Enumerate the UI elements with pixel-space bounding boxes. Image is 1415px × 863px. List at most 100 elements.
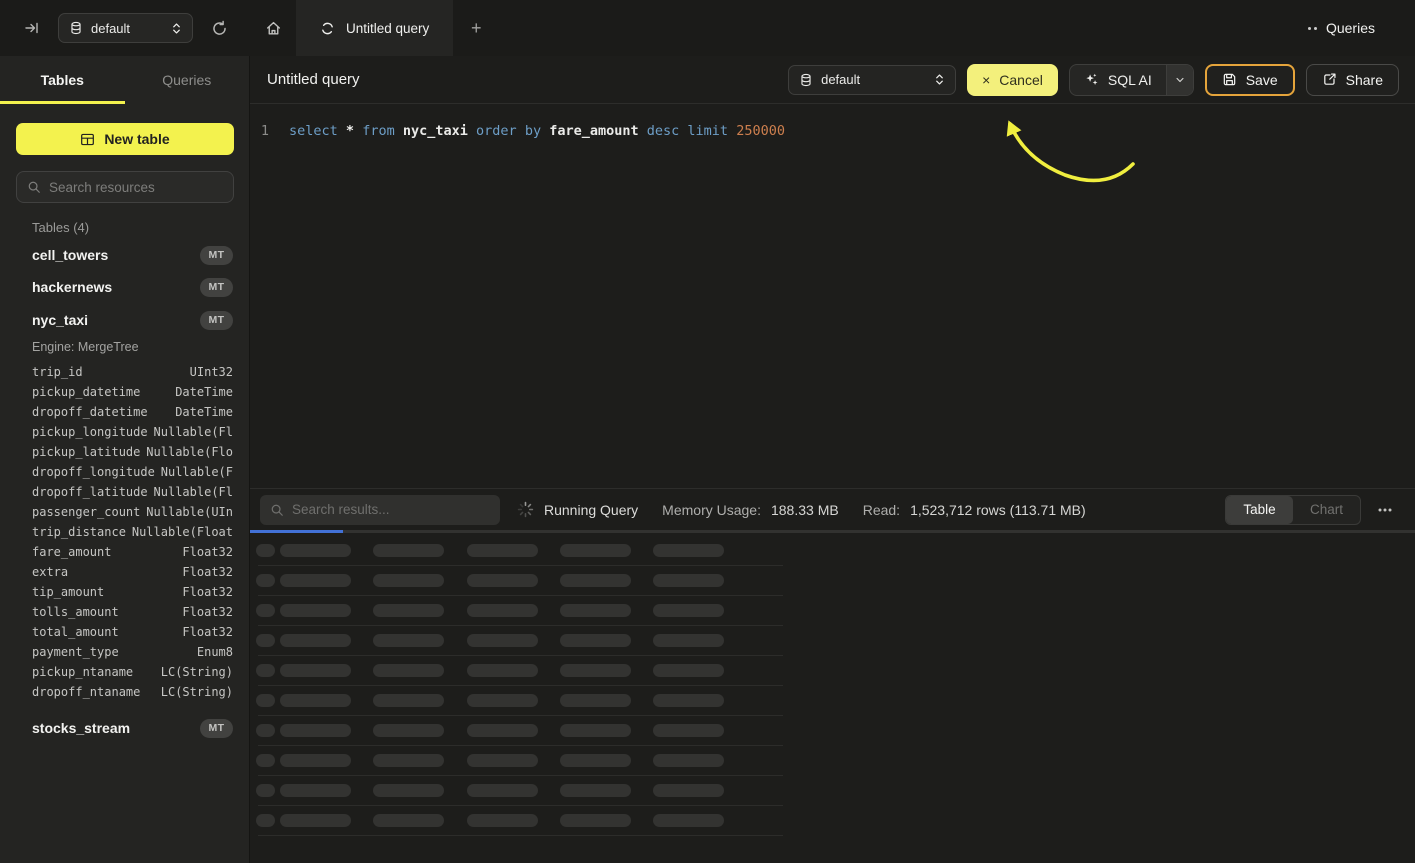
column-name: dropoff_longitude (32, 465, 155, 479)
skeleton-row (250, 776, 1415, 806)
skeleton-cell (653, 724, 724, 737)
table-name: stocks_stream (32, 720, 130, 736)
column-type: Nullable(Flo (146, 445, 233, 459)
column-type: UInt32 (190, 365, 233, 379)
column-type: Nullable(Fl (154, 485, 233, 499)
topbar-spacer (499, 0, 1308, 56)
skeleton-cell (560, 544, 631, 557)
sidebar-tab-tables[interactable]: Tables (0, 56, 125, 104)
skeleton-cell (373, 754, 444, 767)
skeleton-cell (373, 724, 444, 737)
skeleton-cell (467, 544, 538, 557)
column-name: passenger_count (32, 505, 140, 519)
skeleton-cell (653, 634, 724, 647)
new-table-button[interactable]: New table (16, 123, 234, 155)
skeleton-cell (280, 694, 351, 707)
skeleton-cell (653, 754, 724, 767)
search-icon (27, 180, 41, 194)
query-database-value: default (821, 72, 926, 87)
table-item-cell-towers[interactable]: cell_towers MT (16, 239, 234, 271)
refresh-button[interactable] (207, 16, 232, 41)
skeleton-row (250, 536, 1415, 566)
home-icon (265, 20, 282, 37)
sidebar-tab-queries[interactable]: Queries (125, 56, 250, 104)
sidebar-tabs: Tables Queries (0, 56, 249, 104)
column-row: trip_idUInt32 (0, 362, 250, 382)
skeleton-cell (373, 694, 444, 707)
table-name: hackernews (32, 279, 112, 295)
search-icon (270, 503, 284, 517)
query-database-selector[interactable]: default (788, 65, 956, 95)
column-name: dropoff_datetime (32, 405, 148, 419)
skeleton-cell (560, 694, 631, 707)
skeleton-row (250, 686, 1415, 716)
cancel-button[interactable]: × Cancel (967, 64, 1058, 96)
skeleton-cell (560, 754, 631, 767)
memory-usage-value: 188.33 MB (771, 502, 839, 518)
read-label: Read: (863, 502, 900, 518)
save-label: Save (1246, 72, 1278, 88)
skeleton-row (250, 656, 1415, 686)
column-row: dropoff_longitudeNullable(F (0, 462, 250, 482)
tab-untitled-query[interactable]: Untitled query (296, 0, 453, 56)
view-toggle-chart[interactable]: Chart (1293, 496, 1360, 524)
table-item-stocks-stream[interactable]: stocks_stream MT (16, 712, 234, 744)
table-item-hackernews[interactable]: hackernews MT (16, 271, 234, 303)
line-number: 1 (250, 123, 280, 139)
skeleton-cell (560, 574, 631, 587)
column-row: dropoff_latitudeNullable(Fl (0, 482, 250, 502)
collapse-sidebar-icon (24, 20, 40, 36)
column-name: fare_amount (32, 545, 111, 559)
column-row: pickup_ntaname LC(String) (0, 662, 250, 682)
view-toggle-table[interactable]: Table (1226, 496, 1293, 524)
sql-ai-dropdown-button[interactable] (1166, 65, 1193, 95)
queries-icon (1308, 27, 1317, 30)
column-name: pickup_datetime (32, 385, 140, 399)
skeleton-cell (280, 754, 351, 767)
sql-editor[interactable]: 1 select * from nyc_taxi order by fare_a… (250, 104, 1415, 488)
collapse-sidebar-button[interactable] (20, 16, 44, 40)
column-row: dropoff_datetimeDateTime (0, 402, 250, 422)
skeleton-cell (280, 604, 351, 617)
column-row: passenger_count Nullable(UIn (0, 502, 250, 522)
query-header: Untitled query default × Cancel (250, 56, 1415, 104)
home-tab[interactable] (250, 0, 296, 56)
sql-ai-label: SQL AI (1108, 72, 1152, 88)
column-name: tolls_amount (32, 605, 119, 619)
skeleton-cell (280, 814, 351, 827)
skeleton-cell (467, 604, 538, 617)
new-tab-button[interactable]: + (453, 0, 499, 56)
queries-link[interactable]: Queries (1308, 0, 1375, 56)
database-icon (799, 73, 813, 87)
skeleton-cell (653, 664, 724, 677)
skeleton-cell (560, 664, 631, 677)
query-progress-fill (250, 530, 343, 533)
skeleton-cell (467, 724, 538, 737)
skeleton-cell (373, 814, 444, 827)
table-item-nyc-taxi[interactable]: nyc_taxi MT (16, 304, 234, 336)
sql-ai-button[interactable]: SQL AI (1070, 65, 1166, 95)
column-type: Nullable(UIn (146, 505, 233, 519)
table-engine-label: Engine: MergeTree (32, 340, 139, 354)
results-search-input[interactable] (292, 502, 490, 517)
save-button[interactable]: Save (1205, 64, 1295, 96)
skeleton-cell (373, 544, 444, 557)
column-name: pickup_ntaname (32, 665, 133, 679)
column-type: LC(String) (161, 665, 233, 679)
skeleton-cell (256, 634, 275, 647)
skeleton-cell (373, 604, 444, 617)
query-header-actions: default × Cancel (788, 64, 1399, 96)
column-row: tolls_amountFloat32 (0, 602, 250, 622)
main-panel: Untitled query default × Cancel (250, 56, 1415, 863)
column-name: dropoff_ntaname (32, 685, 140, 699)
skeleton-cell (653, 544, 724, 557)
column-list: trip_idUInt32pickup_datetimeDateTimedrop… (0, 362, 250, 702)
sidebar-search-input[interactable] (49, 180, 223, 195)
share-button[interactable]: Share (1306, 64, 1399, 96)
topbar: default (0, 0, 1415, 56)
loading-spinner-icon (517, 501, 534, 518)
more-options-button[interactable] (1373, 498, 1397, 522)
skeleton-cell (653, 574, 724, 587)
column-row: pickup_longitudeNullable(Fl (0, 422, 250, 442)
topbar-database-selector[interactable]: default (58, 13, 193, 43)
